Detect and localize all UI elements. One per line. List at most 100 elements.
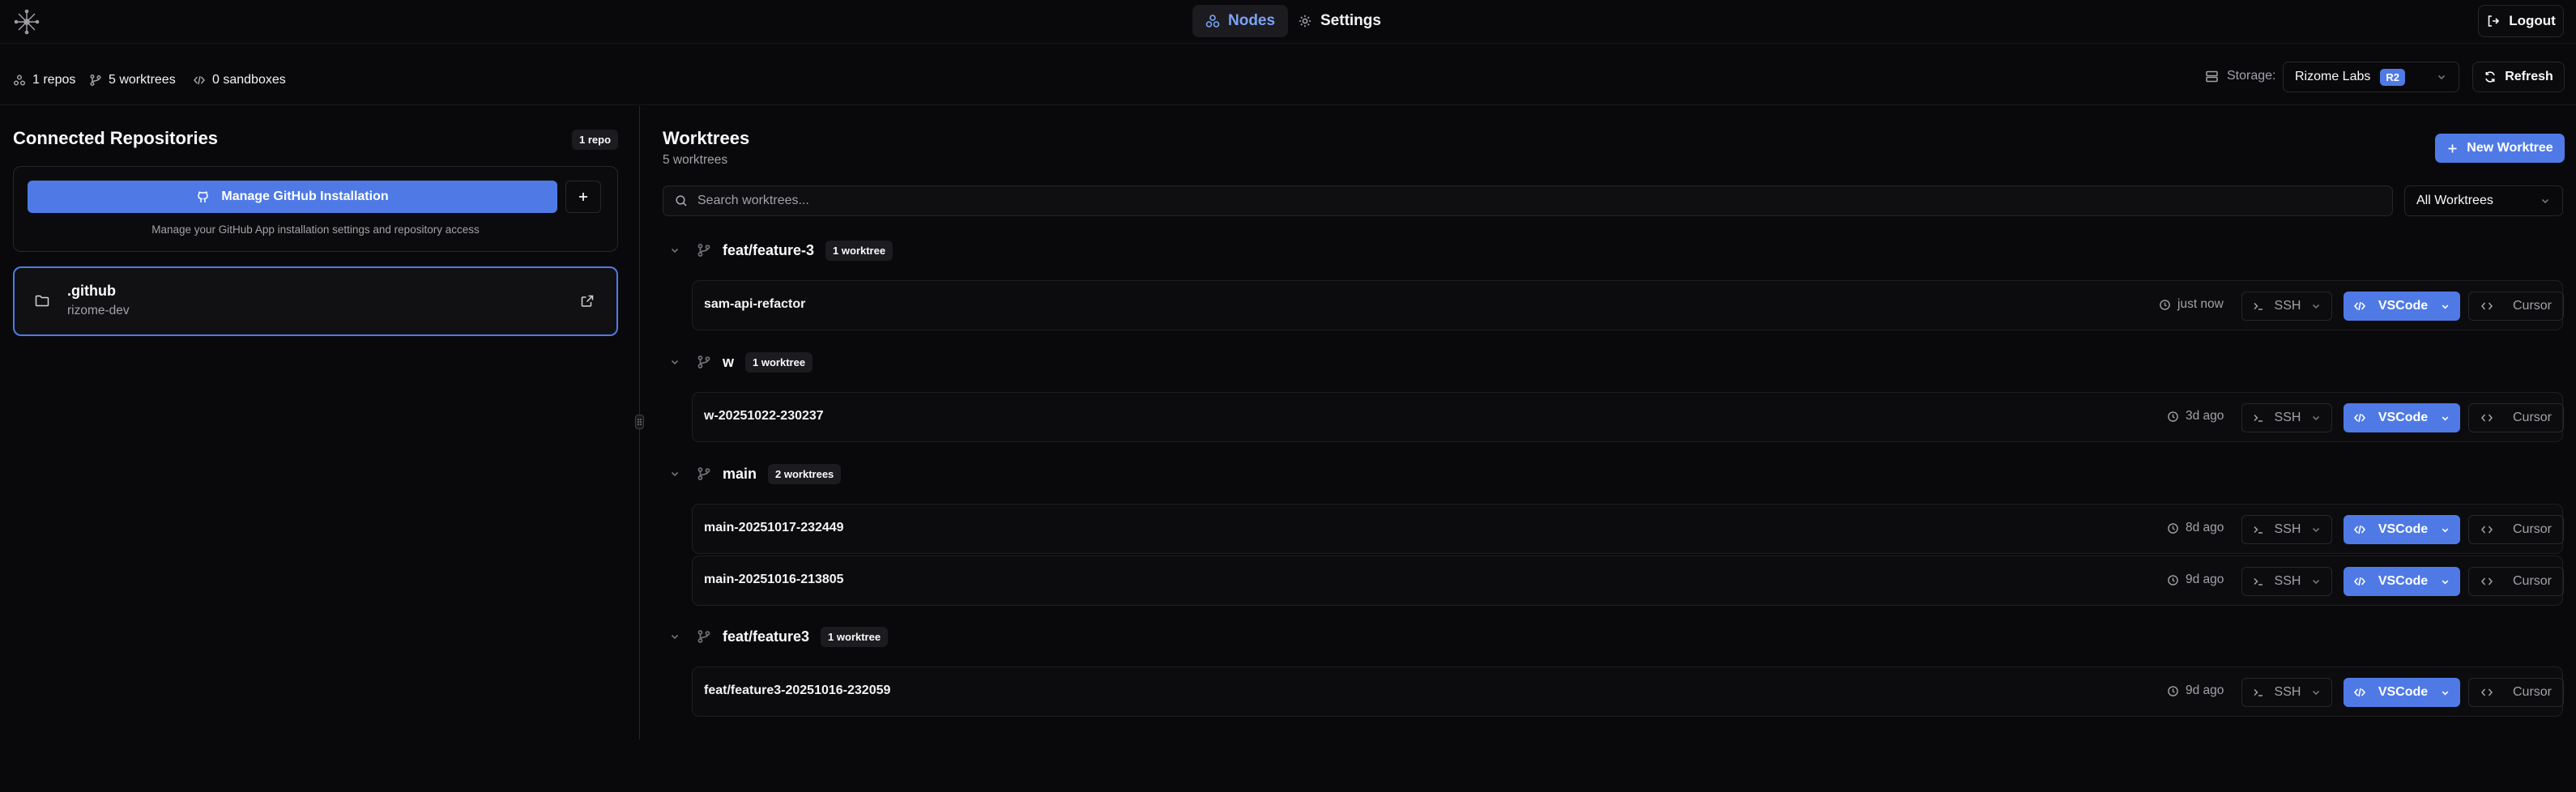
repository-card[interactable]: .github rizome-dev [13, 266, 618, 336]
vscode-label: VSCode [2378, 411, 2429, 424]
code-icon [2480, 411, 2493, 424]
ssh-button[interactable]: SSH [2241, 515, 2332, 544]
vscode-button[interactable]: VSCode [2344, 678, 2460, 707]
manage-github-installation-button[interactable]: Manage GitHub Installation [28, 181, 557, 213]
chevron-down-icon[interactable] [663, 468, 687, 479]
worktree-name: w-20251022-230237 [704, 409, 824, 423]
filter-value: All Worktrees [2416, 194, 2493, 207]
chevron-down-icon[interactable] [2310, 524, 2322, 535]
cursor-button[interactable]: Cursor [2468, 567, 2564, 596]
worktree-count-badge: 1 worktree [745, 351, 813, 373]
vscode-label: VSCode [2378, 685, 2429, 699]
storage-label-group: Storage: [2205, 69, 2275, 83]
worktree-row[interactable]: main-20251016-213805 9d ago SSH VSCode Curso… [692, 556, 2564, 606]
ssh-button[interactable]: SSH [2241, 678, 2332, 707]
search-worktrees-input[interactable]: Search worktrees... [663, 185, 2393, 216]
logout-button[interactable]: Logout [2478, 5, 2564, 37]
resize-handle[interactable] [635, 415, 644, 429]
chevron-down-icon[interactable] [2440, 413, 2450, 424]
last-activity-text: just now [2177, 297, 2224, 311]
worktrees-title: Worktrees [663, 128, 750, 148]
worktree-row[interactable]: main-20251017-232449 8d ago SSH VSCode Curso… [692, 504, 2564, 554]
worktree-count-badge: 2 worktrees [768, 463, 842, 484]
logout-label: Logout [2509, 13, 2556, 28]
vscode-button[interactable]: VSCode [2344, 567, 2460, 596]
terminal-icon [2252, 411, 2265, 424]
storage-select[interactable]: Rizome Labs R2 [2283, 62, 2459, 92]
ssh-button[interactable]: SSH [2241, 292, 2332, 321]
ssh-label: SSH [2274, 411, 2301, 424]
chevron-down-icon[interactable] [2310, 412, 2322, 424]
worktree-group-header[interactable]: main 2 worktrees [663, 456, 2563, 492]
worktree-group-header[interactable]: feat/feature3 1 worktree [663, 619, 2563, 654]
storage-icon [2205, 70, 2219, 83]
worktree-group-header[interactable]: feat/feature-3 1 worktree [663, 232, 2563, 268]
code-icon [2353, 411, 2366, 424]
clock-icon [2167, 574, 2179, 586]
worktree-row[interactable]: feat/feature3-20251016-232059 9d ago SSH VS… [692, 666, 2564, 717]
vscode-button[interactable]: VSCode [2344, 403, 2460, 432]
stats-bar [0, 55, 2576, 105]
terminal-icon [2252, 523, 2265, 536]
chevron-down-icon[interactable] [2310, 576, 2322, 587]
worktree-filter-select[interactable]: All Worktrees [2404, 185, 2563, 216]
worktrees-count: 5 worktrees [109, 73, 176, 87]
ssh-label: SSH [2274, 685, 2301, 699]
github-hint-text: Manage your GitHub App installation sett… [151, 224, 480, 236]
terminal-icon [2252, 575, 2265, 588]
cursor-button[interactable]: Cursor [2468, 292, 2564, 321]
code-icon [2353, 686, 2366, 699]
ssh-button[interactable]: SSH [2241, 403, 2332, 432]
chevron-down-icon[interactable] [663, 631, 687, 642]
worktree-row[interactable]: sam-api-refactor just now SSH VSCode Cursor [692, 280, 2564, 330]
ssh-button[interactable]: SSH [2241, 567, 2332, 596]
chevron-down-icon [2436, 71, 2447, 83]
search-icon [675, 194, 688, 207]
clock-icon [2159, 299, 2171, 311]
cursor-label: Cursor [2512, 299, 2552, 313]
tab-settings-label: Settings [1320, 12, 1381, 29]
chevron-down-icon[interactable] [2440, 525, 2450, 535]
app-logo[interactable] [13, 8, 41, 36]
terminal-icon [2252, 686, 2265, 699]
last-activity: 8d ago [2167, 521, 2224, 535]
repos-stat: 1 repos [13, 73, 75, 87]
code-icon [2480, 686, 2493, 699]
chevron-down-icon[interactable] [2440, 688, 2450, 698]
manage-github-label: Manage GitHub Installation [221, 189, 389, 203]
vscode-label: VSCode [2378, 574, 2429, 588]
cursor-button[interactable]: Cursor [2468, 678, 2564, 707]
storage-value: Rizome Labs [2295, 70, 2371, 83]
vscode-button[interactable]: VSCode [2344, 515, 2460, 544]
repo-owner: rizome-dev [67, 304, 130, 317]
add-repository-button[interactable] [565, 181, 601, 213]
external-link-icon[interactable] [580, 294, 595, 309]
chevron-down-icon[interactable] [663, 245, 687, 256]
refresh-button[interactable]: Refresh [2472, 62, 2565, 92]
worktree-group-header[interactable]: w 1 worktree [663, 344, 2563, 380]
chevron-down-icon[interactable] [2440, 577, 2450, 587]
chevron-down-icon[interactable] [2440, 301, 2450, 312]
git-branch-icon [89, 74, 102, 87]
chevron-down-icon[interactable] [2310, 687, 2322, 698]
git-branch-icon [697, 355, 711, 369]
worktrees-subtitle: 5 worktrees [663, 153, 728, 167]
new-worktree-button[interactable]: New Worktree [2435, 134, 2565, 163]
tab-settings[interactable]: Settings [1285, 5, 1394, 37]
cursor-button[interactable]: Cursor [2468, 515, 2564, 544]
plus-icon [577, 190, 590, 203]
vscode-label: VSCode [2378, 522, 2429, 536]
tab-nodes[interactable]: Nodes [1192, 5, 1289, 37]
git-branch-icon [697, 629, 711, 644]
repo-count-badge: 1 repo [572, 130, 619, 150]
last-activity: 9d ago [2167, 683, 2224, 698]
repos-icon [13, 74, 26, 87]
chevron-down-icon[interactable] [663, 356, 687, 368]
chevron-down-icon[interactable] [2310, 300, 2322, 312]
branch-name: feat/feature3 [723, 628, 810, 645]
vscode-button[interactable]: VSCode [2344, 292, 2460, 321]
branch-name: w [723, 353, 735, 370]
cursor-button[interactable]: Cursor [2468, 403, 2564, 432]
worktree-row[interactable]: w-20251022-230237 3d ago SSH VSCode Cursor [692, 392, 2564, 442]
code-icon [2480, 575, 2493, 588]
